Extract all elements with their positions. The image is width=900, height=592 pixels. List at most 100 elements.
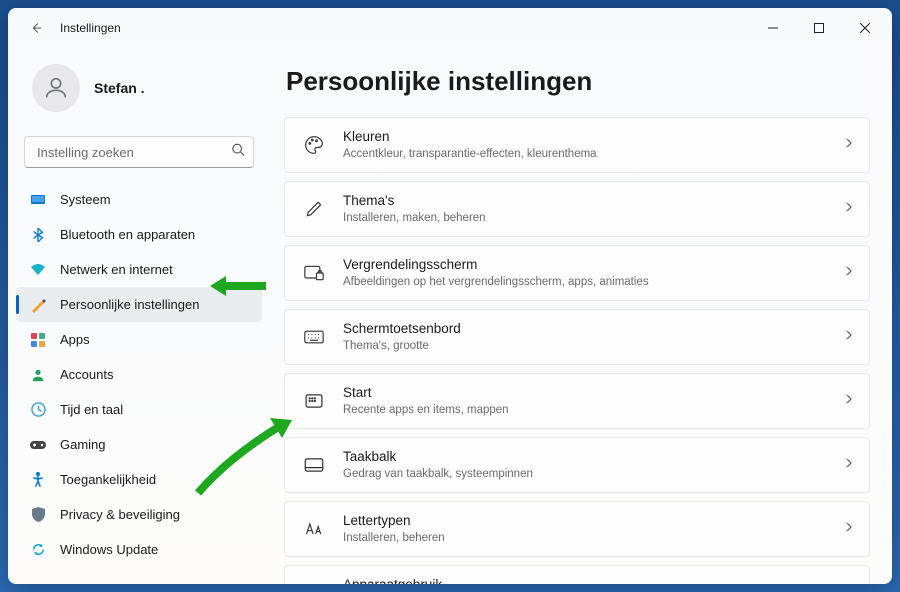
card-touch-keyboard[interactable]: Schermtoetsenbord Thema's, grootte [284, 309, 870, 365]
sidebar-item-system[interactable]: Systeem [16, 182, 262, 217]
paint-icon [30, 297, 46, 313]
sidebar-item-network[interactable]: Netwerk en internet [16, 252, 262, 287]
card-sub: Afbeeldingen op het vergrendelingsscherm… [343, 275, 825, 291]
palette-icon [303, 134, 325, 156]
brush-icon [303, 198, 325, 220]
lockscreen-icon [303, 262, 325, 284]
monitor-icon [30, 192, 46, 208]
card-text: Schermtoetsenbord Thema's, grootte [343, 320, 825, 354]
minimize-button[interactable] [750, 12, 796, 44]
card-colors[interactable]: Kleuren Accentkleur, transparantie-effec… [284, 117, 870, 173]
card-title: Taakbalk [343, 448, 825, 466]
chevron-right-icon [843, 392, 855, 410]
card-text: Thema's Installeren, maken, beheren [343, 192, 825, 226]
sidebar-item-privacy[interactable]: Privacy & beveiliging [16, 497, 262, 532]
sidebar-item-accounts[interactable]: Accounts [16, 357, 262, 392]
accessibility-icon [30, 472, 46, 488]
card-lockscreen[interactable]: Vergrendelingsscherm Afbeeldingen op het… [284, 245, 870, 301]
sidebar-item-label: Apps [60, 332, 90, 347]
card-title: Kleuren [343, 128, 825, 146]
bluetooth-icon [30, 227, 46, 243]
sidebar-item-windows-update[interactable]: Windows Update [16, 532, 262, 567]
content: Stefan . Systeem Bluetooth en apparat [8, 48, 892, 584]
sidebar-item-apps[interactable]: Apps [16, 322, 262, 357]
card-sub: Recente apps en items, mappen [343, 403, 825, 419]
chevron-right-icon [843, 456, 855, 474]
user-block[interactable]: Stefan . [8, 48, 270, 124]
close-button[interactable] [842, 12, 888, 44]
search-wrap [8, 124, 270, 178]
sidebar-item-personalization[interactable]: Persoonlijke instellingen [16, 287, 262, 322]
card-title: Thema's [343, 192, 825, 210]
card-text: Vergrendelingsscherm Afbeeldingen op het… [343, 256, 825, 290]
nav: Systeem Bluetooth en apparaten Netwerk e… [8, 178, 270, 567]
card-themes[interactable]: Thema's Installeren, maken, beheren [284, 181, 870, 237]
back-button[interactable] [24, 16, 48, 40]
sidebar-item-label: Bluetooth en apparaten [60, 227, 195, 242]
minimize-icon [768, 23, 778, 33]
settings-window: Instellingen Stefan . [8, 8, 892, 584]
card-title: Apparaatgebruik [343, 576, 825, 584]
card-title: Vergrendelingsscherm [343, 256, 825, 274]
window-title: Instellingen [60, 21, 121, 35]
card-title: Schermtoetsenbord [343, 320, 825, 338]
maximize-icon [814, 23, 824, 33]
apps-icon [30, 332, 46, 348]
chevron-right-icon [843, 328, 855, 346]
font-icon [303, 518, 325, 540]
card-start[interactable]: Start Recente apps en items, mappen [284, 373, 870, 429]
close-icon [860, 23, 870, 33]
chevron-right-icon [843, 200, 855, 218]
search-box[interactable] [24, 136, 254, 168]
card-text: Kleuren Accentkleur, transparantie-effec… [343, 128, 825, 162]
sidebar-item-bluetooth[interactable]: Bluetooth en apparaten [16, 217, 262, 252]
sidebar-item-label: Accounts [60, 367, 113, 382]
sidebar-item-time-language[interactable]: Tijd en taal [16, 392, 262, 427]
account-icon [30, 367, 46, 383]
maximize-button[interactable] [796, 12, 842, 44]
card-text: Lettertypen Installeren, beheren [343, 512, 825, 546]
card-fonts[interactable]: Lettertypen Installeren, beheren [284, 501, 870, 557]
keyboard-icon [303, 326, 325, 348]
sidebar-item-label: Toegankelijkheid [60, 472, 156, 487]
taskbar-icon [303, 454, 325, 476]
card-text: Apparaatgebruik Select all the ways you … [343, 576, 825, 584]
avatar [32, 64, 80, 112]
sidebar-item-label: Tijd en taal [60, 402, 123, 417]
card-sub: Accentkleur, transparantie-effecten, kle… [343, 147, 825, 163]
chevron-right-icon [843, 136, 855, 154]
sidebar: Stefan . Systeem Bluetooth en apparat [8, 48, 270, 584]
update-icon [30, 542, 46, 558]
wifi-icon [30, 262, 46, 278]
sidebar-item-label: Windows Update [60, 542, 158, 557]
username: Stefan . [94, 80, 145, 96]
card-title: Start [343, 384, 825, 402]
page-title: Persoonlijke instellingen [286, 66, 870, 97]
card-text: Taakbalk Gedrag van taakbalk, systeempin… [343, 448, 825, 482]
card-sub: Installeren, maken, beheren [343, 211, 825, 227]
clock-icon [30, 402, 46, 418]
search-icon [231, 143, 245, 162]
sidebar-item-label: Privacy & beveiliging [60, 507, 180, 522]
person-icon [42, 74, 70, 102]
card-sub: Gedrag van taakbalk, systeempinnen [343, 467, 825, 483]
sidebar-item-label: Netwerk en internet [60, 262, 173, 277]
arrow-left-icon [29, 21, 43, 35]
sidebar-item-gaming[interactable]: Gaming [16, 427, 262, 462]
card-title: Lettertypen [343, 512, 825, 530]
sidebar-item-accessibility[interactable]: Toegankelijkheid [16, 462, 262, 497]
sidebar-item-label: Persoonlijke instellingen [60, 297, 199, 312]
main-panel: Persoonlijke instellingen Kleuren Accent… [270, 48, 892, 584]
card-sub: Installeren, beheren [343, 531, 825, 547]
chevron-right-icon [843, 264, 855, 282]
card-sub: Thema's, grootte [343, 339, 825, 355]
card-taskbar[interactable]: Taakbalk Gedrag van taakbalk, systeempin… [284, 437, 870, 493]
start-icon [303, 390, 325, 412]
titlebar: Instellingen [8, 8, 892, 48]
card-device-usage[interactable]: Apparaatgebruik Select all the ways you … [284, 565, 870, 584]
chevron-right-icon [843, 520, 855, 538]
card-text: Start Recente apps en items, mappen [343, 384, 825, 418]
gaming-icon [30, 437, 46, 453]
search-input[interactable] [35, 144, 221, 161]
sidebar-item-label: Systeem [60, 192, 111, 207]
